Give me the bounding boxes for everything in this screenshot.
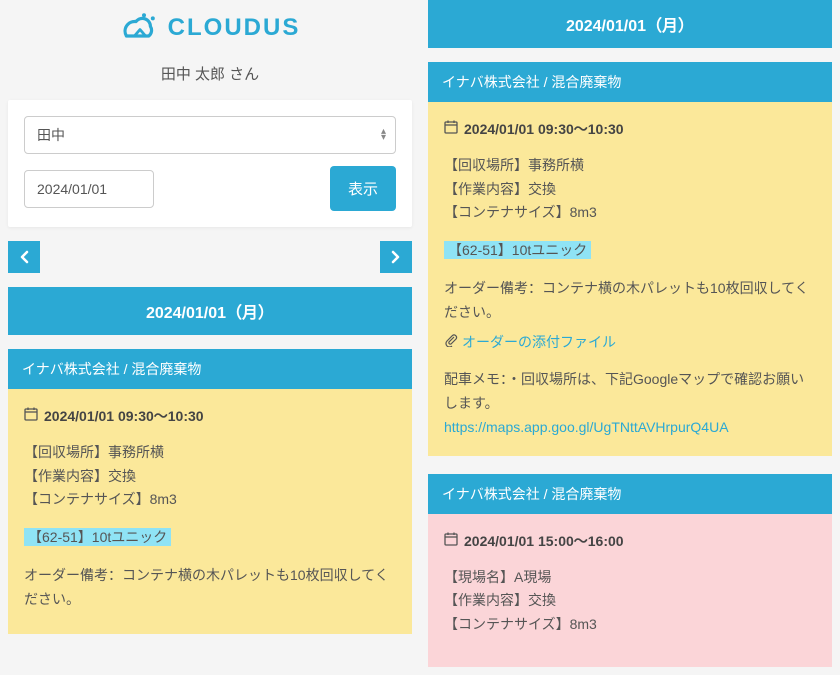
filter-card: 田中 ▴▾ 表示 [8,100,412,227]
job-field-location: 【回収場所】事務所横 [444,154,816,178]
cloud-logo-icon [120,12,160,44]
paperclip-icon [444,331,458,355]
date-input[interactable] [24,170,154,208]
job-field-location: 【回収場所】事務所横 [24,441,396,465]
calendar-icon [24,405,38,429]
date-header: 2024/01/01（月） [8,287,412,335]
vehicle-tag: 【62-51】10tユニック [24,528,171,546]
job-time: 2024/01/01 09:30～10:30 [44,405,204,429]
job-title: イナバ株式会社 / 混合廃棄物 [428,62,832,102]
vehicle-tag: 【62-51】10tユニック [444,241,591,259]
show-button[interactable]: 表示 [330,166,396,211]
job-card: イナバ株式会社 / 混合廃棄物 2024/01/01 09:30～10:30 【… [428,62,832,456]
job-order-note: オーダー備考：コンテナ横の木パレットも10枚回収してください。 [24,564,396,612]
calendar-icon [444,118,458,142]
job-title: イナバ株式会社 / 混合廃棄物 [8,349,412,389]
logo-text: CLOUDUS [168,14,301,42]
prev-day-button[interactable] [8,241,40,273]
job-field-work: 【作業内容】交換 [444,178,816,202]
chevron-left-icon [19,250,29,264]
job-field-work: 【作業内容】交換 [444,589,816,613]
date-header: 2024/01/01（月） [428,0,832,48]
job-field-container: 【コンテナサイズ】8m3 [24,488,396,512]
dispatch-memo: 配車メモ：・回収場所は、下記Googleマップで確認お願いします。 [444,368,816,416]
username-display: 田中 太郎 さん [8,57,412,100]
job-field-work: 【作業内容】交換 [24,465,396,489]
job-card: イナバ株式会社 / 混合廃棄物 2024/01/01 15:00～16:00 【… [428,474,832,667]
next-day-button[interactable] [380,241,412,273]
job-card: イナバ株式会社 / 混合廃棄物 2024/01/01 09:30～10:30 【… [8,349,412,634]
job-field-container: 【コンテナサイズ】8m3 [444,201,816,225]
map-link[interactable]: https://maps.app.goo.gl/UgTNttAVHrpurQ4U… [444,419,729,435]
logo: CLOUDUS [8,0,412,57]
calendar-icon [444,530,458,554]
job-title: イナバ株式会社 / 混合廃棄物 [428,474,832,514]
chevron-right-icon [391,250,401,264]
driver-select[interactable]: 田中 [24,116,396,154]
job-field-container: 【コンテナサイズ】8m3 [444,613,816,637]
job-order-note: オーダー備考：コンテナ横の木パレットも10枚回収してください。 [444,277,816,325]
job-time: 2024/01/01 15:00～16:00 [464,530,624,554]
job-field-site: 【現場名】A現場 [444,566,816,590]
order-attachment-link[interactable]: オーダーの添付ファイル [462,331,616,355]
job-time: 2024/01/01 09:30～10:30 [464,118,624,142]
